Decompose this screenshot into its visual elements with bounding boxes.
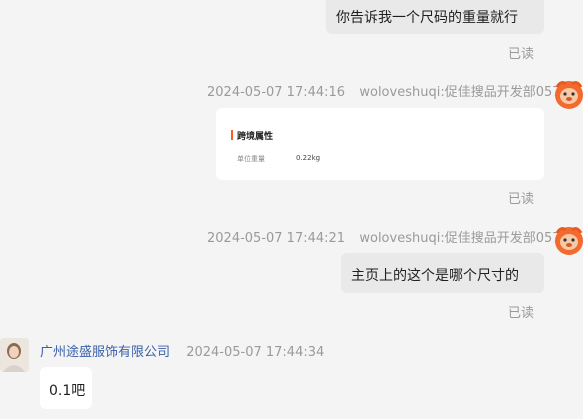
sender-name[interactable]: 广州途盛服饰有限公司 xyxy=(40,345,170,360)
card-attribute-value: 0.22kg xyxy=(296,154,321,162)
message-timestamp: 2024-05-07 17:44:21 xyxy=(207,231,346,246)
attribute-card[interactable]: 跨境属性 单位重量 0.22kg xyxy=(216,108,544,180)
card-accent-bar xyxy=(231,130,233,140)
person-photo-icon xyxy=(0,338,29,372)
read-status: 已读 xyxy=(508,306,535,321)
cartoon-lion-icon xyxy=(555,81,583,109)
avatar[interactable] xyxy=(554,78,583,110)
cartoon-lion-icon xyxy=(555,227,583,255)
read-status: 已读 xyxy=(508,47,535,62)
message-bubble: 你告诉我一个尺码的重量就行 xyxy=(326,0,544,34)
message-text: 0.1吧 xyxy=(49,383,86,399)
card-attribute-key: 单位重量 xyxy=(237,155,265,163)
message-text: 主页上的这个是哪个尺寸的 xyxy=(351,268,519,284)
sender-name: woloveshuqi:促佳搜品开发部057 xyxy=(359,231,561,246)
message-bubble: 主页上的这个是哪个尺寸的 xyxy=(341,253,544,293)
message-bubble: 0.1吧 xyxy=(40,367,92,409)
message-text: 你告诉我一个尺码的重量就行 xyxy=(336,10,518,26)
avatar[interactable] xyxy=(0,338,29,372)
message-timestamp: 2024-05-07 17:44:34 xyxy=(186,345,325,360)
card-title: 跨境属性 xyxy=(237,132,274,142)
read-status: 已读 xyxy=(508,192,535,207)
message-header: 2024-05-07 17:44:21 woloveshuqi:促佳搜品开发部0… xyxy=(207,227,561,246)
avatar[interactable] xyxy=(554,224,583,256)
sender-name: woloveshuqi:促佳搜品开发部057 xyxy=(359,85,561,100)
message-header: 广州途盛服饰有限公司 2024-05-07 17:44:34 xyxy=(40,341,324,360)
message-timestamp: 2024-05-07 17:44:16 xyxy=(207,85,346,100)
message-header: 2024-05-07 17:44:16 woloveshuqi:促佳搜品开发部0… xyxy=(207,81,561,100)
